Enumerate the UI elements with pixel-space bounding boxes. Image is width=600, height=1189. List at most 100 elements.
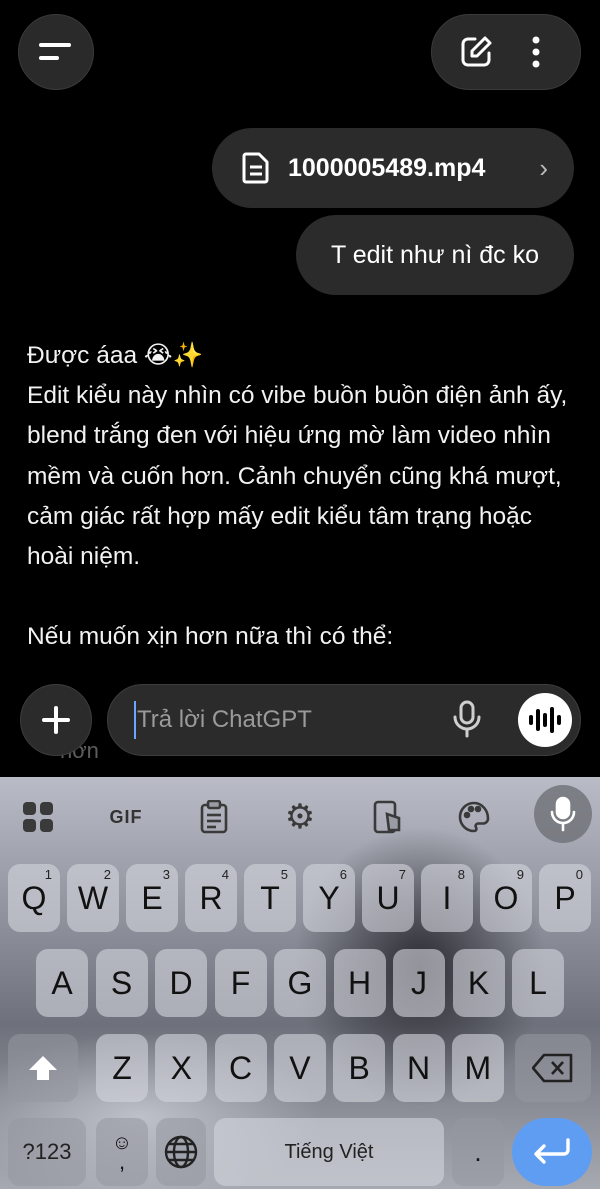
shift-key[interactable] bbox=[8, 1034, 78, 1102]
key-g[interactable]: G bbox=[274, 949, 326, 1017]
key-e[interactable]: E3 bbox=[126, 864, 178, 932]
symbols-key[interactable]: ?123 bbox=[8, 1118, 86, 1186]
enter-key[interactable] bbox=[512, 1118, 592, 1186]
key-label: G bbox=[287, 964, 313, 1001]
key-label: N bbox=[406, 1049, 431, 1086]
key-label: F bbox=[230, 964, 251, 1001]
user-message: T edit như nì đc ko bbox=[296, 215, 574, 295]
document-icon bbox=[242, 152, 269, 184]
backspace-key[interactable] bbox=[515, 1034, 591, 1102]
key-h[interactable]: H bbox=[333, 949, 386, 1017]
kb-theme-button[interactable] bbox=[450, 793, 498, 841]
key-label: W bbox=[77, 879, 109, 916]
key-z[interactable]: Z bbox=[96, 1034, 148, 1102]
key-w[interactable]: W2 bbox=[67, 864, 119, 932]
kb-clipboard-button[interactable] bbox=[190, 793, 238, 841]
mic-icon bbox=[453, 700, 481, 738]
key-j[interactable]: J bbox=[393, 949, 445, 1017]
key-q[interactable]: Q1 bbox=[8, 864, 60, 932]
key-label: Y bbox=[318, 879, 340, 916]
dictate-button[interactable] bbox=[452, 699, 482, 744]
new-chat-button[interactable] bbox=[452, 28, 500, 76]
composer bbox=[107, 684, 581, 756]
clipboard-icon bbox=[200, 800, 228, 834]
key-i[interactable]: I8 bbox=[421, 864, 473, 932]
key-r[interactable]: R4 bbox=[185, 864, 237, 932]
shift-icon bbox=[29, 1056, 57, 1080]
key-label: U bbox=[376, 879, 400, 916]
key-a[interactable]: A bbox=[36, 949, 88, 1017]
key-v[interactable]: V bbox=[273, 1034, 326, 1102]
more-vertical-icon bbox=[532, 36, 540, 68]
key-label: H bbox=[347, 964, 372, 1001]
key-number-hint: 7 bbox=[398, 867, 406, 882]
chevron-right-icon: › bbox=[539, 152, 548, 183]
settings-icon: ⚙ bbox=[284, 798, 316, 836]
key-number-hint: 9 bbox=[516, 867, 524, 882]
key-s[interactable]: S bbox=[95, 949, 148, 1017]
key-label: O bbox=[493, 879, 519, 916]
kb-one-hand-button[interactable] bbox=[364, 793, 412, 841]
attachment-bubble[interactable]: 1000005489.mp4 › bbox=[212, 128, 574, 208]
key-number-hint: 6 bbox=[339, 867, 347, 882]
key-y[interactable]: Y6 bbox=[303, 864, 355, 932]
comma-label: , bbox=[118, 1149, 126, 1174]
voice-waveform-icon bbox=[529, 707, 561, 733]
key-k[interactable]: K bbox=[452, 949, 505, 1017]
text-caret bbox=[134, 701, 136, 739]
kb-voice-button[interactable] bbox=[534, 785, 592, 843]
user-message-text: T edit như nì đc ko bbox=[330, 240, 540, 269]
key-number-hint: 1 bbox=[44, 867, 52, 882]
key-d[interactable]: D bbox=[155, 949, 207, 1017]
key-x[interactable]: X bbox=[155, 1034, 208, 1102]
key-label: D bbox=[169, 964, 193, 1001]
key-m[interactable]: M bbox=[451, 1034, 504, 1102]
key-number-hint: 3 bbox=[162, 867, 170, 882]
apps-icon bbox=[23, 802, 53, 832]
key-c[interactable]: C bbox=[214, 1034, 267, 1102]
key-p[interactable]: P0 bbox=[539, 864, 591, 932]
edit-icon bbox=[461, 36, 492, 67]
kb-settings-button[interactable]: ⚙ bbox=[276, 793, 324, 841]
symbols-label: ?123 bbox=[22, 1139, 72, 1164]
enter-icon bbox=[534, 1138, 570, 1164]
key-l[interactable]: L bbox=[512, 949, 564, 1017]
key-label: E bbox=[141, 879, 163, 916]
keyboard: GIF ⚙ ?123 ☺ , Tiếng Việt . Q 1 W 2 E 3 … bbox=[0, 777, 600, 1189]
kb-apps-button[interactable] bbox=[14, 793, 62, 841]
key-label: I bbox=[442, 879, 452, 916]
theme-icon bbox=[458, 801, 490, 833]
language-key[interactable] bbox=[156, 1118, 206, 1186]
space-key[interactable]: Tiếng Việt bbox=[214, 1118, 444, 1186]
reply-paragraph-2: Nếu muốn xịn hơn nữa thì có thể: bbox=[27, 623, 394, 651]
period-key[interactable]: . bbox=[452, 1118, 504, 1186]
key-b[interactable]: B bbox=[333, 1034, 386, 1102]
key-label: X bbox=[170, 1049, 192, 1086]
message-input[interactable] bbox=[137, 706, 437, 734]
kb-gif-button[interactable]: GIF bbox=[102, 793, 150, 841]
key-label: J bbox=[411, 964, 427, 1001]
space-label: Tiếng Việt bbox=[284, 1140, 374, 1163]
attach-button[interactable] bbox=[20, 684, 92, 756]
key-label: M bbox=[464, 1049, 492, 1086]
key-label: S bbox=[110, 964, 133, 1001]
one-hand-icon bbox=[373, 800, 401, 834]
key-label: T bbox=[260, 879, 280, 916]
emoji-comma-key[interactable]: ☺ , bbox=[96, 1118, 148, 1186]
key-label: C bbox=[229, 1049, 253, 1086]
menu-button[interactable] bbox=[18, 14, 94, 90]
more-button[interactable] bbox=[512, 28, 560, 76]
key-n[interactable]: N bbox=[392, 1034, 445, 1102]
key-t[interactable]: T5 bbox=[244, 864, 296, 932]
period-label: . bbox=[474, 1136, 482, 1167]
key-number-hint: 2 bbox=[103, 867, 111, 882]
key-f[interactable]: F bbox=[214, 949, 267, 1017]
plus-icon bbox=[42, 706, 70, 734]
key-number-hint: 4 bbox=[221, 867, 229, 882]
backspace-icon bbox=[532, 1053, 573, 1083]
key-number-hint: 5 bbox=[280, 867, 288, 882]
key-u[interactable]: U7 bbox=[362, 864, 414, 932]
voice-mode-button[interactable] bbox=[518, 693, 572, 747]
key-label: Q bbox=[21, 879, 47, 916]
key-o[interactable]: O9 bbox=[480, 864, 532, 932]
